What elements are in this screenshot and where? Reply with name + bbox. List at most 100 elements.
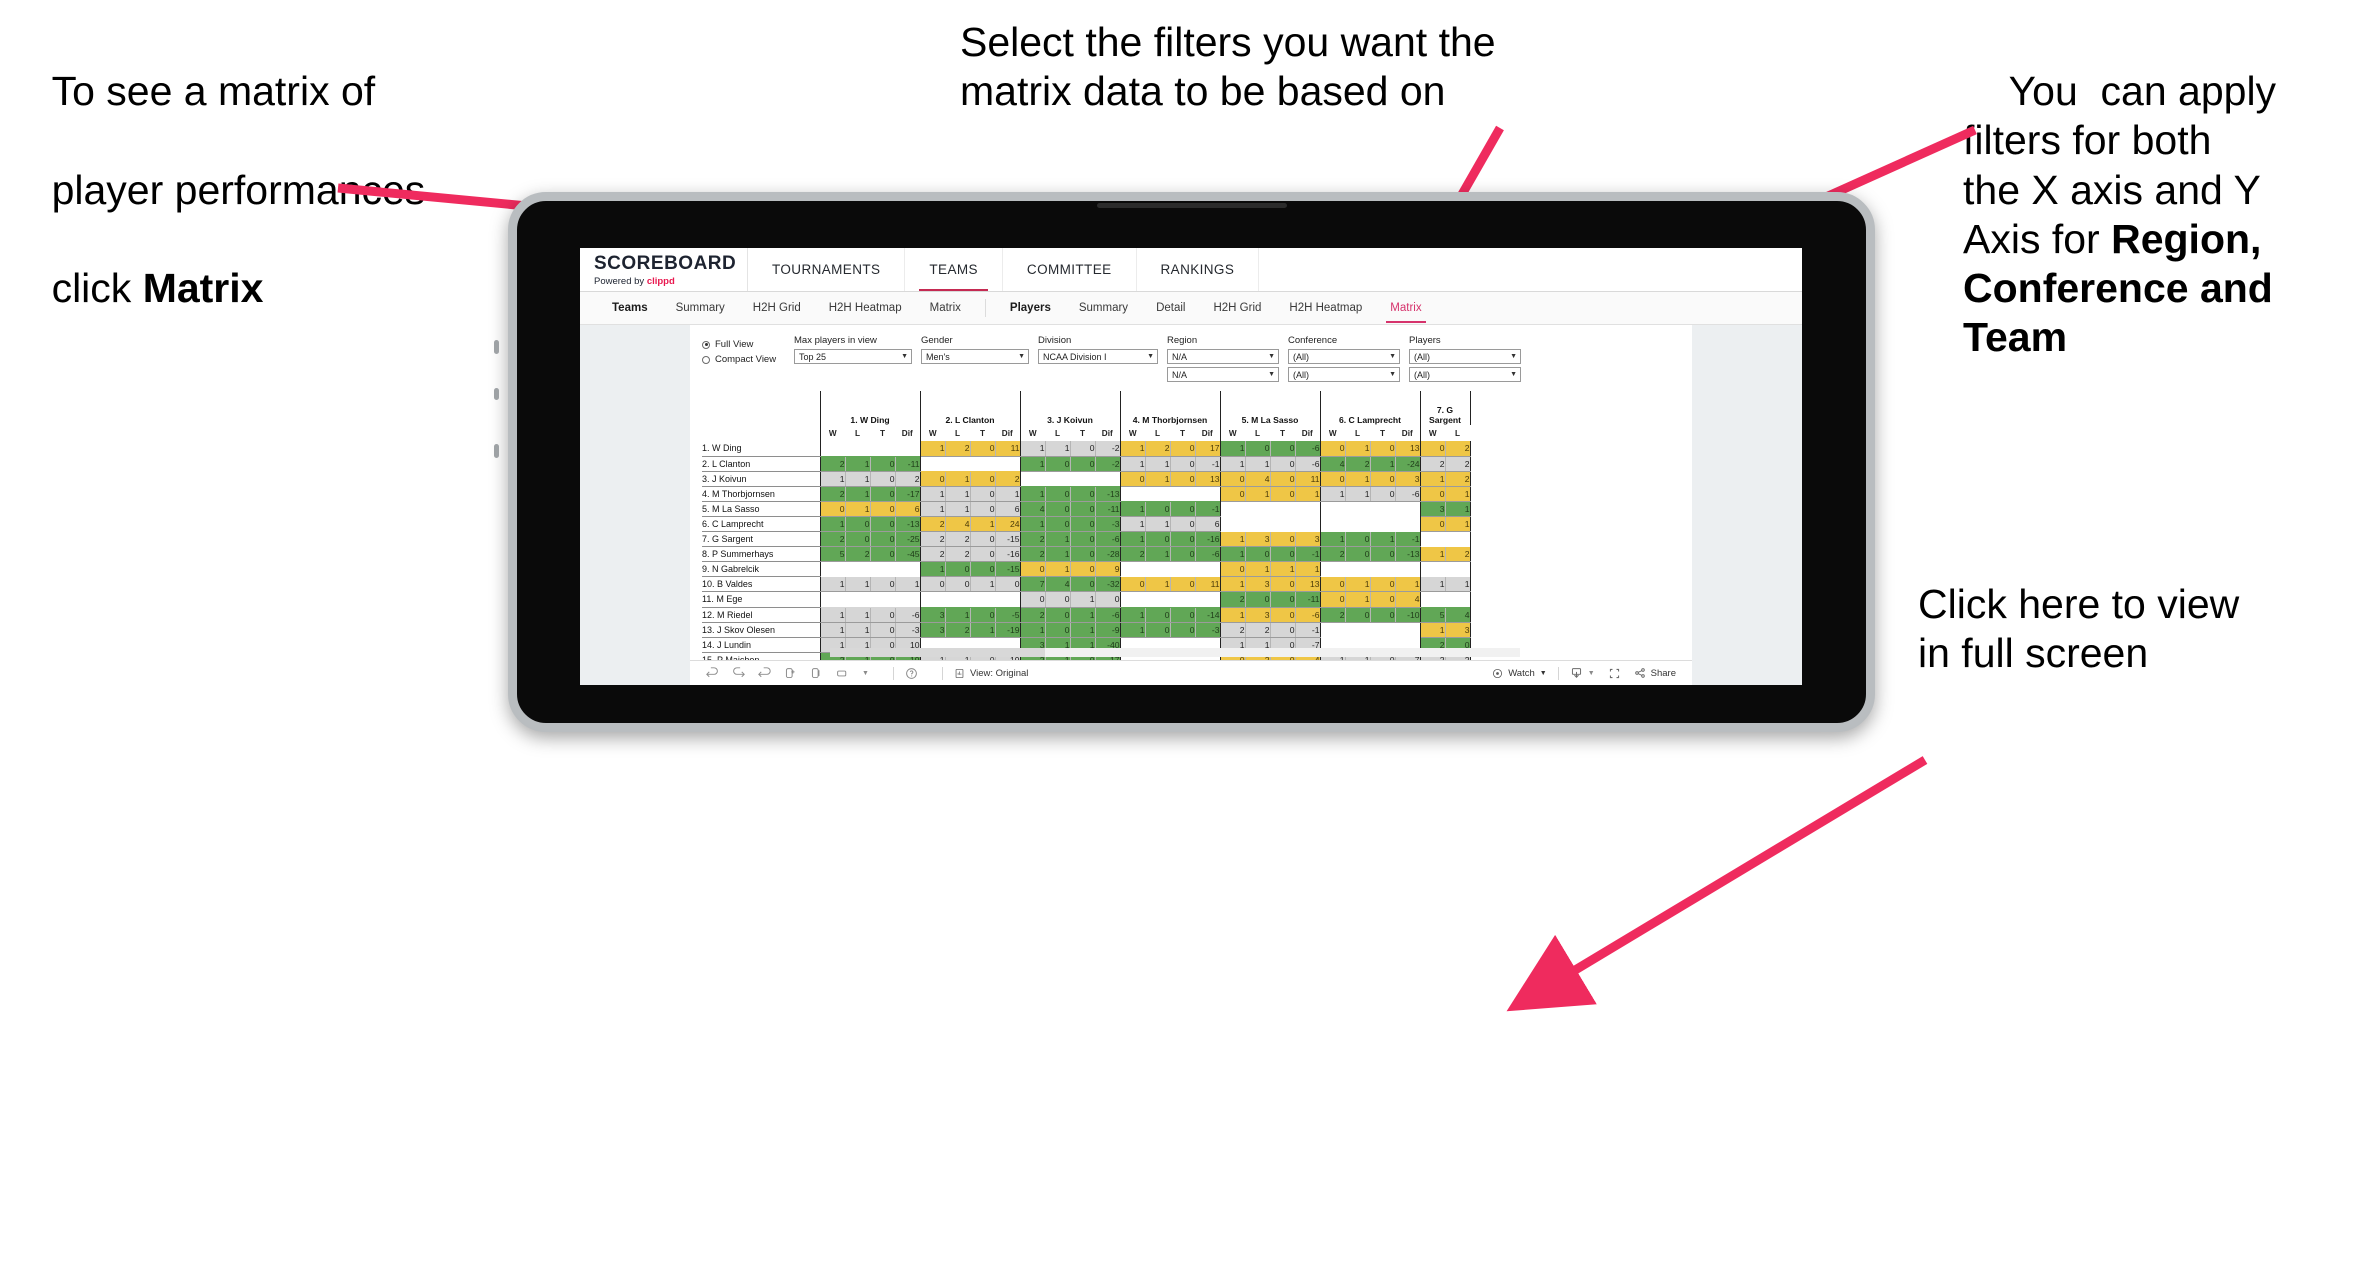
matrix-data-cell[interactable] [1145,591,1170,608]
matrix-data-cell[interactable] [1019,471,1045,487]
matrix-data-cell[interactable]: 3 [1245,531,1271,548]
matrix-data-cell[interactable]: 0 [1270,441,1296,457]
matrix-data-cell[interactable]: 1 [1245,561,1271,578]
matrix-data-cell[interactable] [870,441,895,457]
matrix-data-cell[interactable]: 1 [1245,486,1271,502]
matrix-data-cell[interactable]: 4 [1445,607,1471,623]
matrix-data-cell[interactable]: 1 [819,576,846,593]
filter-region-select-x[interactable]: N/A ▼ [1167,349,1279,364]
matrix-data-cell[interactable]: 0 [1345,531,1371,548]
matrix-row[interactable]: 10. B Valdes 1 1 0 1 0 0 1 0 7 4 0 -32 0 1 0 11 1 3 0 13 0 1 0 1… [702,576,1471,593]
matrix-data-cell[interactable]: 0 [1419,441,1446,457]
matrix-data-cell[interactable]: 0 [870,531,896,548]
matrix-data-cell[interactable] [895,591,921,608]
matrix-data-cell[interactable]: 0 [1419,486,1446,502]
matrix-data-cell[interactable]: 0 [1270,622,1296,638]
matrix-data-cell[interactable] [1219,516,1245,532]
nav-tournaments[interactable]: TOURNAMENTS [748,248,906,291]
matrix-data-cell[interactable]: 0 [970,546,996,563]
view-original-button[interactable]: View: Original [954,668,1028,679]
matrix-data-cell[interactable]: 3 [1445,622,1471,638]
matrix-data-cell[interactable]: 1 [1345,471,1371,487]
matrix-data-cell[interactable]: 0 [1145,501,1171,517]
matrix-data-cell[interactable]: 0 [1145,531,1171,548]
matrix-row-label[interactable]: 9. N Gabrelcik [702,561,820,578]
matrix-data-cell[interactable]: 0 [1170,531,1196,548]
matrix-data-cell[interactable]: 6 [995,501,1021,517]
filter-players-select-x[interactable]: (All) ▼ [1409,349,1521,364]
matrix-row[interactable]: 7. G Sargent 2 0 0 -25 2 2 0 -15 2 1 0 -6 1 0 0 -16 1 3 0 3 1… [702,531,1471,548]
matrix-data-cell[interactable]: 1 [845,456,871,472]
matrix-data-cell[interactable]: 0 [1270,531,1296,548]
matrix-data-cell[interactable]: 0 [819,501,846,517]
matrix-data-cell[interactable]: 0 [870,576,896,593]
matrix-data-cell[interactable]: 1 [1019,456,1046,472]
matrix-data-cell[interactable] [1345,501,1370,517]
matrix-data-cell[interactable]: 1 [1119,501,1146,517]
share-button[interactable]: Share [1634,667,1676,679]
matrix-data-cell[interactable]: 1 [919,441,946,457]
matrix-data-cell[interactable]: 0 [919,471,946,487]
matrix-data-cell[interactable]: 0 [870,501,896,517]
tab-players-h2h-heatmap[interactable]: H2H Heatmap [1275,302,1376,314]
matrix-data-cell[interactable] [870,591,895,608]
matrix-data-cell[interactable]: 0 [1070,516,1096,533]
matrix-data-cell[interactable]: 1 [1319,531,1346,548]
matrix-row[interactable]: 8. P Summerhays 5 2 0 -45 2 2 0 -16 2 1 0 -28 2 1 0 -6 1 0… [702,546,1471,563]
filter-conference-select-y[interactable]: (All) ▼ [1288,367,1400,382]
matrix-data-cell[interactable]: 0 [870,516,896,533]
matrix-data-cell[interactable]: 2 [819,486,846,502]
matrix-data-cell[interactable]: 1 [1295,486,1321,502]
matrix-data-cell[interactable] [1245,501,1270,517]
matrix-data-cell[interactable]: 17 [1195,441,1221,457]
tab-teams-h2h-heatmap[interactable]: H2H Heatmap [815,302,916,314]
matrix-data-cell[interactable]: 2 [1145,441,1171,457]
matrix-data-cell[interactable]: 1 [1070,591,1096,608]
matrix-data-cell[interactable]: -2 [1095,441,1121,457]
matrix-row-label[interactable]: 3. J Koivun [702,471,820,487]
matrix-data-cell[interactable]: 1 [1219,576,1246,593]
matrix-data-cell[interactable]: 1 [1445,501,1471,517]
matrix-data-cell[interactable]: -45 [895,546,921,563]
chevron-down-icon[interactable]: ▼ [862,670,869,677]
matrix-data-cell[interactable]: 0 [1045,516,1071,533]
matrix-data-cell[interactable]: 1 [945,501,971,517]
matrix-data-cell[interactable]: 1 [1419,576,1446,593]
tab-players-matrix[interactable]: Matrix [1376,302,1435,323]
matrix-data-cell[interactable]: 0 [1070,486,1096,502]
matrix-data-cell[interactable]: 13 [1195,471,1221,487]
matrix-data-cell[interactable]: 0 [1145,622,1171,638]
matrix-data-cell[interactable] [1270,516,1295,532]
matrix-data-cell[interactable]: -10 [1395,607,1421,623]
matrix-data-cell[interactable]: 0 [970,531,996,548]
matrix-data-cell[interactable] [895,441,921,457]
matrix-data-cell[interactable]: -1 [1195,501,1221,517]
pause-refresh-icon[interactable] [784,667,797,680]
matrix-data-cell[interactable]: 1 [1119,622,1146,638]
matrix-data-cell[interactable]: 2 [1119,546,1146,563]
matrix-data-cell[interactable]: 4 [1045,576,1071,593]
matrix-data-cell[interactable]: 1 [1419,546,1446,563]
matrix-data-cell[interactable]: -13 [1095,486,1121,502]
filter-region-select-y[interactable]: N/A ▼ [1167,367,1279,382]
matrix-data-cell[interactable]: 1 [1119,607,1146,623]
matrix-data-cell[interactable] [1345,622,1370,638]
matrix-data-cell[interactable]: 3 [1395,471,1421,487]
matrix-data-cell[interactable]: 3 [1295,531,1321,548]
matrix-data-cell[interactable]: 1 [845,576,871,593]
matrix-data-cell[interactable]: 0 [1370,591,1396,608]
fullscreen-icon[interactable] [1608,667,1621,680]
matrix-data-cell[interactable]: 0 [1319,441,1346,457]
matrix-data-cell[interactable]: 4 [1395,591,1421,608]
matrix-data-cell[interactable]: 0 [1370,486,1396,502]
matrix-data-cell[interactable]: 0 [1070,576,1096,593]
matrix-data-cell[interactable] [1395,561,1421,577]
matrix-row[interactable]: 6. C Lamprecht 1 0 0 -13 2 4 1 24 1 0 0 -3 1 1 0 6 0 1 [702,516,1471,533]
matrix-data-cell[interactable]: 1 [1419,471,1446,487]
matrix-data-cell[interactable] [1395,501,1421,517]
matrix-row[interactable]: 9. N Gabrelcik 1 0 0 -15 0 1 0 9 0 1 1 1 [702,561,1471,578]
matrix-data-cell[interactable]: 1 [1345,441,1371,457]
matrix-data-cell[interactable]: 2 [1345,456,1371,472]
matrix-data-cell[interactable]: 2 [1445,546,1471,563]
matrix-data-cell[interactable]: 0 [1370,576,1396,593]
